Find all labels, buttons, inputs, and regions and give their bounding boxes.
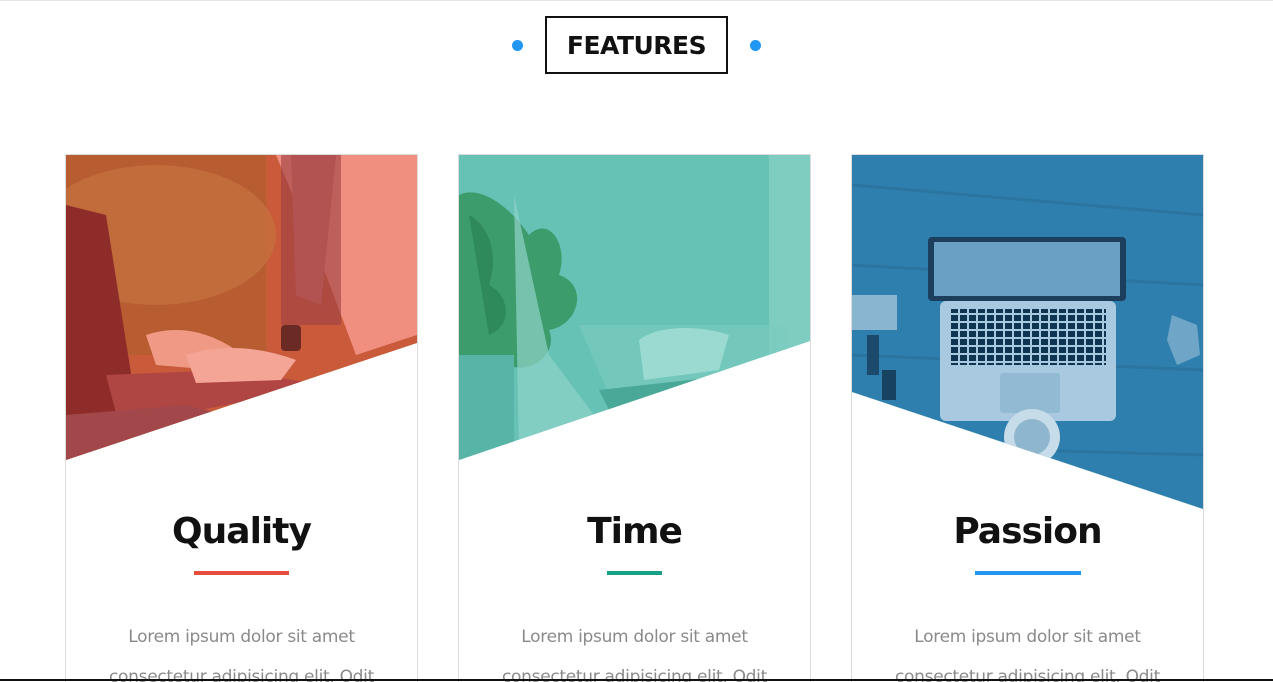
card-title: Quality [172,511,312,552]
feature-card-quality[interactable]: Quality Lorem ipsum dolor sit amet conse… [65,154,418,682]
card-description: Lorem ipsum dolor sit amet consectetur a… [459,617,810,682]
woman-typing-laptop-image [66,155,417,460]
description-line: Lorem ipsum dolor sit amet [128,627,355,647]
description-line: Lorem ipsum dolor sit amet [521,627,748,647]
section-title: FEATURES [566,30,707,60]
heading-box: FEATURES [544,16,729,74]
title-underline [607,571,662,575]
bottom-divider [0,679,1273,681]
card-title: Time [587,511,683,552]
hands-on-laptop-image [459,155,810,460]
card-description: Lorem ipsum dolor sit amet consectetur a… [66,617,417,682]
feature-card-passion[interactable]: Passion Lorem ipsum dolor sit amet conse… [851,154,1204,682]
section-heading: FEATURES [0,16,1273,74]
title-underline [975,571,1081,575]
laptop-on-desk-image [852,155,1203,509]
feature-card-time[interactable]: Time Lorem ipsum dolor sit amet consecte… [458,154,811,682]
left-dot-icon [511,39,523,51]
card-title: Passion [953,511,1102,552]
title-underline [194,571,289,575]
card-description: Lorem ipsum dolor sit amet consectetur a… [852,617,1203,682]
top-divider [0,0,1273,1]
description-line: Lorem ipsum dolor sit amet [914,627,1141,647]
right-dot-icon [750,39,762,51]
